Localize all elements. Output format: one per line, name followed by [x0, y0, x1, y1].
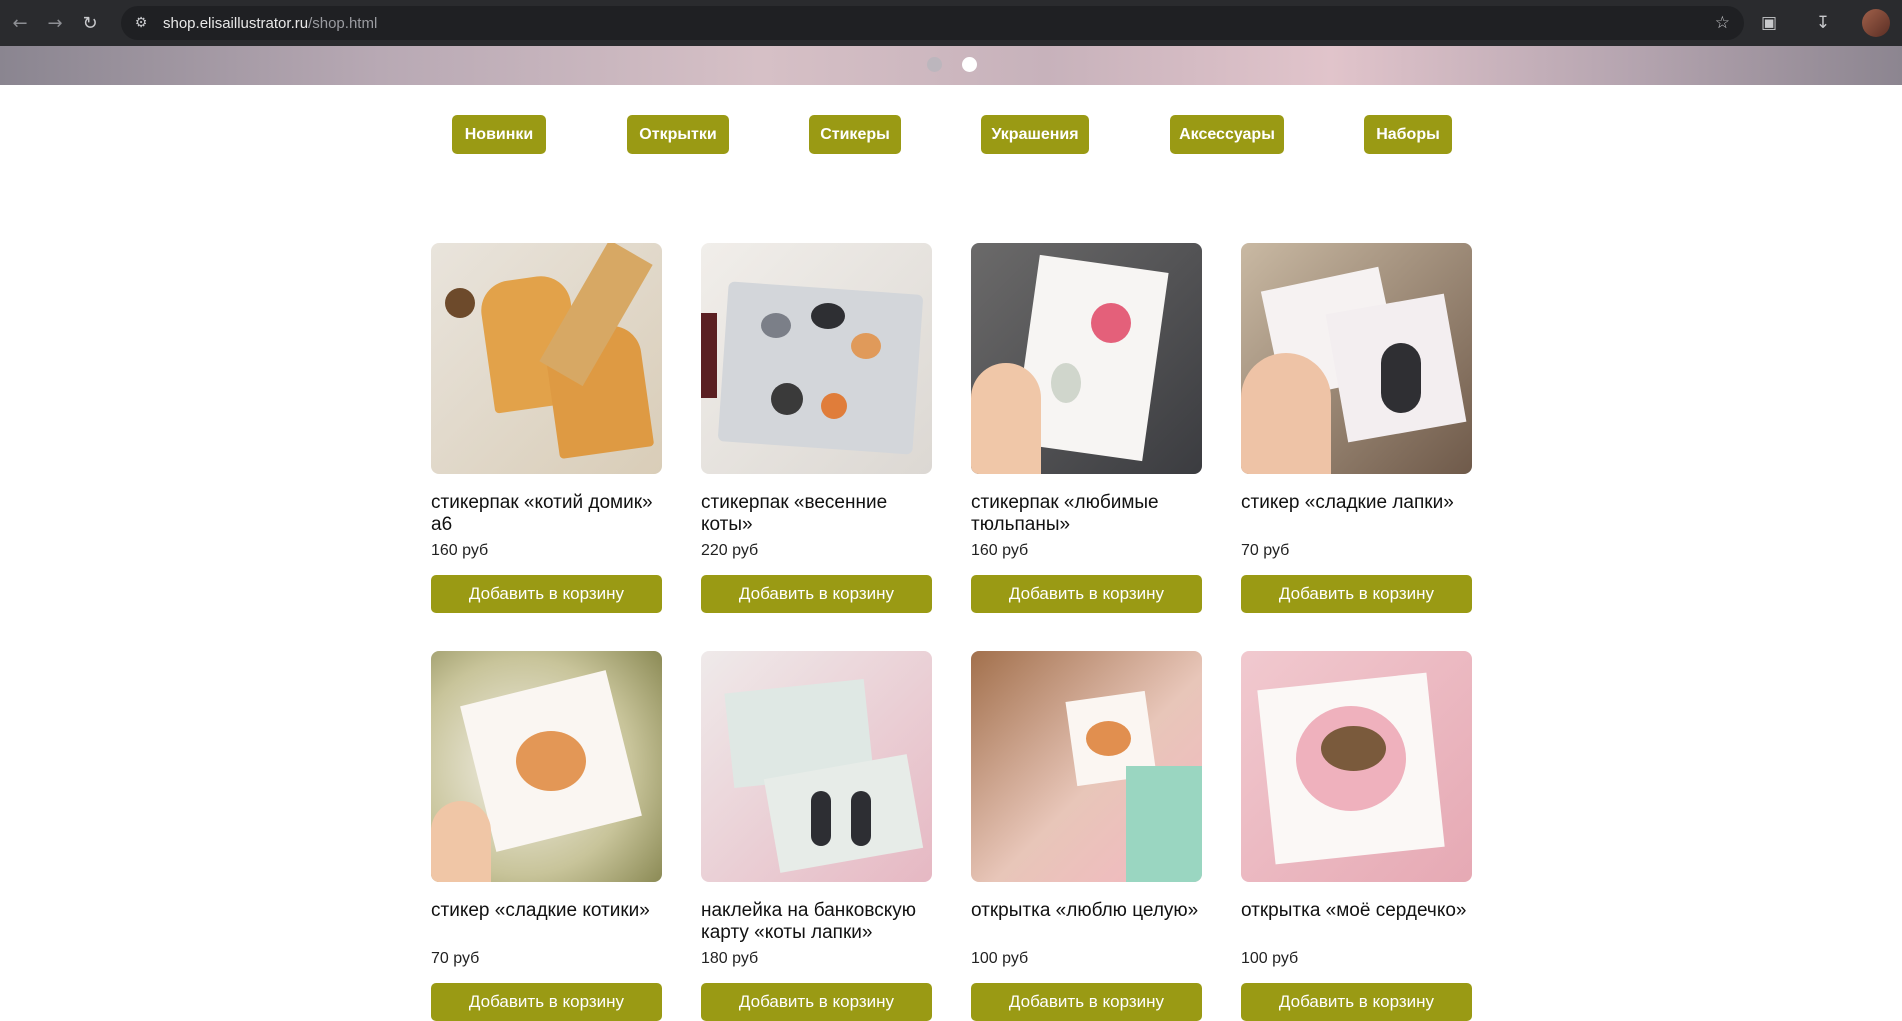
product-title[interactable]: стикер «сладкие лапки»	[1241, 492, 1472, 536]
url-path: /shop.html	[308, 14, 378, 32]
add-to-cart-button[interactable]: Добавить в корзину	[1241, 575, 1472, 613]
product-title[interactable]: открытка «люблю целую»	[971, 900, 1202, 944]
browser-toolbar: ← → ↻ ⚙ shop.elisaillustrator.ru/shop.ht…	[0, 0, 1902, 46]
extensions-icon[interactable]: ▣	[1754, 8, 1784, 38]
address-bar[interactable]: ⚙ shop.elisaillustrator.ru/shop.html ☆	[121, 6, 1744, 40]
product-price: 70 руб	[431, 950, 480, 967]
category-button-ukrasheniya[interactable]: Украшения	[981, 115, 1089, 154]
product-card: открытка «люблю целую» 100 руб Добавить …	[971, 651, 1202, 1021]
add-to-cart-button[interactable]: Добавить в корзину	[431, 983, 662, 1021]
product-title[interactable]: стикерпак «котий домик» а6	[431, 492, 662, 536]
slider-dot-1[interactable]	[927, 57, 942, 72]
product-title[interactable]: стикерпак «любимые тюльпаны»	[971, 492, 1202, 536]
hero-slider	[0, 46, 1902, 85]
add-to-cart-button[interactable]: Добавить в корзину	[971, 575, 1202, 613]
product-title[interactable]: стикер «сладкие котики»	[431, 900, 662, 944]
product-image[interactable]	[431, 243, 662, 474]
add-to-cart-button[interactable]: Добавить в корзину	[971, 983, 1202, 1021]
product-price: 160 руб	[431, 542, 489, 559]
product-card: стикерпак «любимые тюльпаны» 160 руб Доб…	[971, 243, 1202, 613]
category-button-stikery[interactable]: Стикеры	[809, 115, 901, 154]
star-icon[interactable]: ☆	[1715, 13, 1730, 33]
product-image[interactable]	[1241, 651, 1472, 882]
product-image[interactable]	[701, 243, 932, 474]
product-image[interactable]	[431, 651, 662, 882]
product-price: 220 руб	[701, 542, 759, 559]
product-card: стикер «сладкие лапки» 70 руб Добавить в…	[1241, 243, 1472, 613]
product-image[interactable]	[971, 651, 1202, 882]
slider-dot-2[interactable]	[962, 57, 977, 72]
product-card: наклейка на банковскую карту «коты лапки…	[701, 651, 932, 1021]
site-info-icon[interactable]: ⚙	[131, 13, 151, 33]
product-title[interactable]: открытка «моё сердечко»	[1241, 900, 1472, 944]
product-image[interactable]	[1241, 243, 1472, 474]
product-title[interactable]: наклейка на банковскую карту «коты лапки…	[701, 900, 932, 944]
profile-avatar[interactable]	[1862, 9, 1890, 37]
category-button-novinki[interactable]: Новинки	[452, 115, 546, 154]
category-button-aksessuary[interactable]: Аксессуары	[1170, 115, 1284, 154]
download-icon[interactable]: ↧	[1808, 8, 1838, 38]
toolbar-actions: ▣ ↧	[1754, 0, 1902, 46]
category-button-otkrytki[interactable]: Открытки	[627, 115, 729, 154]
product-card: стикерпак «весенние коты» 220 руб Добави…	[701, 243, 932, 613]
product-image[interactable]	[701, 651, 932, 882]
product-title[interactable]: стикерпак «весенние коты»	[701, 492, 932, 536]
product-card: стикер «сладкие котики» 70 руб Добавить …	[431, 651, 662, 1021]
product-card: открытка «моё сердечко» 100 руб Добавить…	[1241, 651, 1472, 1021]
product-price: 70 руб	[1241, 542, 1290, 559]
product-image[interactable]	[971, 243, 1202, 474]
product-price: 100 руб	[971, 950, 1029, 967]
add-to-cart-button[interactable]: Добавить в корзину	[701, 575, 932, 613]
add-to-cart-button[interactable]: Добавить в корзину	[1241, 983, 1472, 1021]
url-host: shop.elisaillustrator.ru	[163, 14, 309, 32]
category-button-nabory[interactable]: Наборы	[1364, 115, 1452, 154]
category-nav: Новинки Открытки Стикеры Украшения Аксес…	[0, 115, 1902, 154]
add-to-cart-button[interactable]: Добавить в корзину	[701, 983, 932, 1021]
product-card: стикерпак «котий домик» а6 160 руб Добав…	[431, 243, 662, 613]
product-price: 100 руб	[1241, 950, 1299, 967]
product-price: 160 руб	[971, 542, 1029, 559]
reload-icon[interactable]: ↻	[75, 8, 105, 38]
back-arrow-icon[interactable]: ←	[5, 8, 35, 38]
product-price: 180 руб	[701, 950, 759, 967]
url-text[interactable]: shop.elisaillustrator.ru/shop.html	[163, 15, 377, 32]
add-to-cart-button[interactable]: Добавить в корзину	[431, 575, 662, 613]
forward-arrow-icon[interactable]: →	[40, 8, 70, 38]
